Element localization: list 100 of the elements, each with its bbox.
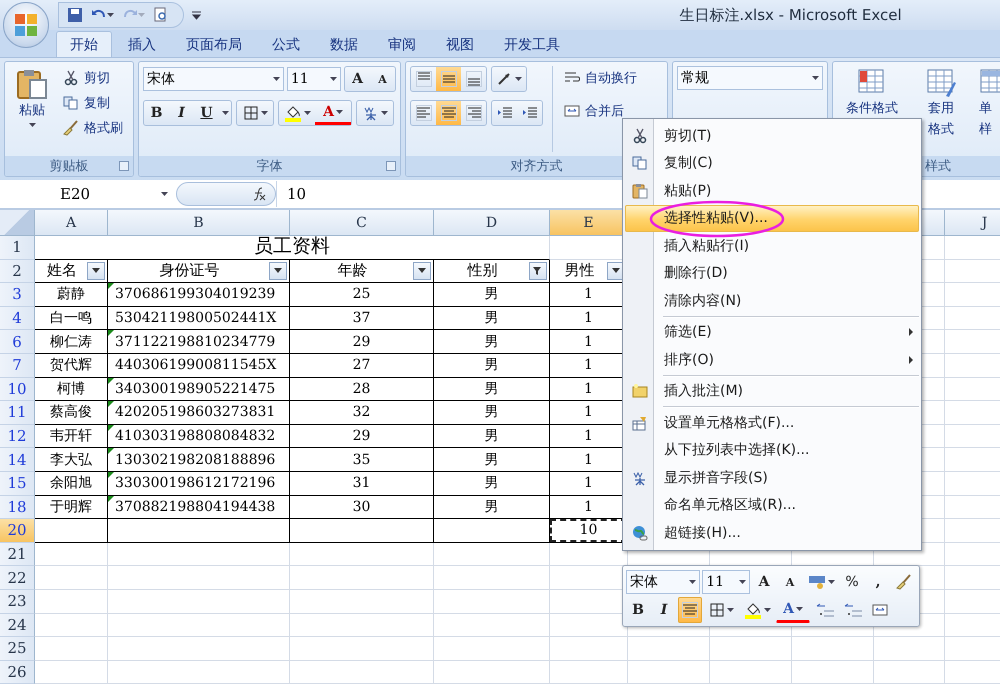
menu-item[interactable]: 超链接(H)... (625, 519, 919, 546)
row-header[interactable]: 6 (0, 330, 35, 354)
filter-button[interactable] (269, 262, 287, 280)
filter-button[interactable] (413, 262, 431, 280)
grow-font-button[interactable]: A (345, 67, 370, 91)
table-cell: 130302198208188896 (108, 448, 290, 472)
ribbon-tab[interactable]: 审阅 (374, 31, 430, 57)
format-painter-button[interactable]: 格式刷 (61, 116, 125, 140)
copy-button[interactable]: 复制 (61, 91, 125, 115)
merge-center-button[interactable]: 合并后 (562, 99, 639, 123)
save-icon (67, 7, 83, 23)
window-title: 生日标注.xlsx - Microsoft Excel (678, 6, 903, 24)
font-name-field[interactable]: 宋体 (626, 570, 700, 594)
italic-button[interactable]: I (169, 101, 194, 125)
menu-item[interactable]: 复制(C) (625, 150, 919, 177)
fill-color-icon (284, 104, 302, 122)
row-header[interactable]: 2 (0, 260, 35, 284)
row-header[interactable]: 25 (0, 637, 35, 661)
caret-icon (138, 13, 145, 17)
menu-item[interactable]: 设置单元格格式(F)... (625, 409, 919, 436)
menu-item[interactable]: 剪切(T) (625, 122, 919, 150)
menu-item[interactable]: 选择性粘贴(V)... (625, 204, 919, 232)
caret-icon (107, 13, 114, 17)
menu-item[interactable]: 排序(O) (625, 346, 919, 374)
table-cell: 男 (434, 472, 550, 496)
underline-button[interactable]: U (194, 101, 219, 125)
table-cell: 330300198612172196 (108, 472, 290, 496)
ribbon-tab[interactable]: 插入 (114, 31, 170, 57)
group-label: 字体 (256, 158, 282, 175)
row-header[interactable]: 3 (0, 283, 35, 307)
column-header[interactable]: B (108, 210, 290, 236)
ribbon-tab[interactable]: 开发工具 (490, 31, 574, 57)
menu-item[interactable]: 显示拼音字段(S) (625, 464, 919, 492)
row-header[interactable]: 15 (0, 472, 35, 496)
column-header[interactable]: A (35, 210, 108, 236)
comma-button[interactable]: , (866, 569, 890, 595)
row-header[interactable]: 22 (0, 566, 35, 590)
row-header[interactable]: 24 (0, 614, 35, 638)
row-header[interactable]: 10 (0, 378, 35, 402)
name-box[interactable]: E20 (0, 182, 176, 206)
row-header[interactable]: 7 (0, 354, 35, 378)
row-header[interactable]: 18 (0, 496, 35, 520)
center-button[interactable] (678, 597, 702, 623)
font-name-field[interactable]: 宋体 (143, 67, 284, 91)
row-header[interactable]: 21 (0, 542, 35, 566)
table-cell: 420205198603273831 (108, 401, 290, 425)
menu-item[interactable]: 命名单元格区域(R)... (625, 492, 919, 519)
row-header[interactable]: 12 (0, 424, 35, 448)
caret-icon (161, 192, 168, 196)
column-header[interactable]: C (290, 210, 434, 236)
percent-button[interactable]: % (840, 569, 864, 595)
menu-item[interactable]: 从下拉列表中选择(K)... (625, 436, 919, 464)
caret-icon (514, 77, 522, 81)
menu-item[interactable]: 插入批注(M) (625, 378, 919, 405)
increase-decimal-icon (815, 602, 835, 618)
ribbon-tab[interactable]: 页面布局 (172, 31, 256, 57)
grow-font-button[interactable]: A (752, 569, 776, 595)
dialog-launcher[interactable] (119, 161, 129, 171)
dialog-launcher[interactable] (386, 161, 396, 171)
cell-styles-button[interactable]: 单 样 (975, 66, 1000, 152)
row-header[interactable]: 26 (0, 660, 35, 684)
bold-button[interactable]: B (144, 101, 169, 125)
number-format-field[interactable]: 常规 (677, 66, 823, 90)
font-color-button[interactable]: A (776, 597, 810, 623)
wrap-text-button[interactable]: 自动换行 (562, 66, 639, 90)
horizontal-align-button[interactable] (436, 101, 461, 125)
shrink-font-button[interactable]: A (778, 569, 802, 595)
row-header[interactable]: 14 (0, 448, 35, 472)
column-header[interactable]: D (434, 210, 550, 236)
table-cell: 340300198905221475 (108, 378, 290, 402)
vertical-align-button[interactable] (436, 67, 461, 91)
align-icon (466, 71, 482, 87)
ribbon-tab[interactable]: 公式 (258, 31, 314, 57)
cut-button[interactable]: 剪切 (61, 66, 125, 90)
row-header[interactable]: 11 (0, 401, 35, 425)
caret-icon (304, 111, 310, 115)
shrink-font-button[interactable]: A (370, 67, 395, 91)
ribbon-tab[interactable]: 视图 (432, 31, 488, 57)
menu-item[interactable]: 筛选(E) (625, 318, 919, 346)
customize-button[interactable] (192, 10, 201, 20)
function-icon (251, 186, 267, 202)
ribbon-tab[interactable]: 开始 (56, 31, 112, 57)
ribbon-tab[interactable]: 数据 (316, 31, 372, 57)
menu-item[interactable]: 删除行(D) (625, 260, 919, 287)
paste-button[interactable]: 粘贴 (9, 66, 55, 152)
row-header[interactable]: 4 (0, 306, 35, 330)
row-header[interactable]: 20 (0, 519, 35, 543)
caret-icon (812, 76, 819, 80)
menu-item[interactable]: 插入粘贴行(I) (625, 232, 919, 260)
save-button[interactable] (67, 7, 83, 23)
filter-button[interactable] (87, 262, 105, 280)
filter-button[interactable] (529, 262, 547, 280)
bold-button[interactable]: B (626, 597, 650, 623)
column-header[interactable]: J (945, 210, 1000, 236)
italic-button[interactable]: I (652, 597, 676, 623)
menu-item[interactable]: 清除内容(N) (625, 287, 919, 314)
row-header[interactable]: 23 (0, 590, 35, 614)
row-header[interactable]: 1 (0, 236, 35, 260)
font-size-field[interactable]: 11 (286, 67, 341, 91)
font-size-field[interactable]: 11 (702, 570, 750, 594)
